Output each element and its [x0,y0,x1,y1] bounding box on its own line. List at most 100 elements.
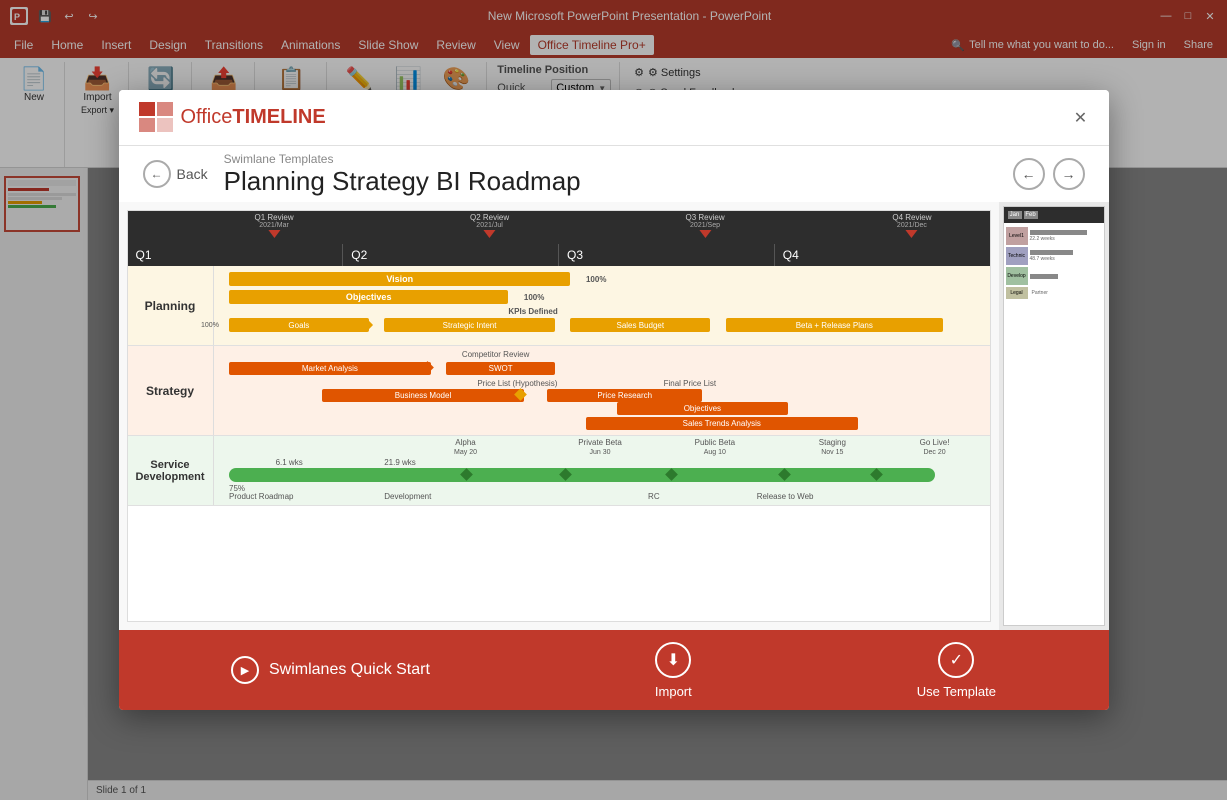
rp-label4: Legal [1006,287,1028,299]
rp-label3: Develop [1006,267,1028,285]
next-arrow-btn[interactable]: → [1053,158,1085,190]
planning-content: Vision 100% Objectives 100% KPIs Defined [214,266,990,345]
back-circle: ← [143,160,171,188]
import-btn-footer[interactable]: ⬇ Import [655,642,692,699]
prev-arrow-btn[interactable]: ← [1013,158,1045,190]
strategy-objectives-bar: Objectives [617,402,788,415]
quarter-header: Q1 Review 2021/Mar Q2 Review 2021/Jul Q3… [128,211,990,266]
rp-row4: Legal Partner [1006,287,1102,299]
dialog-main-title: Planning Strategy BI Roadmap [224,166,997,197]
rc-label: RC [648,492,660,501]
nav-arrows: ← → [1013,158,1085,190]
strategic-bar: Strategic Intent [384,318,555,332]
checkmark-icon: ✓ [938,642,974,678]
rp-t4: Partner [1032,290,1048,296]
q4-label: Q4 [775,244,990,266]
dialog-nav: ← Back Swimlane Templates Planning Strat… [119,146,1109,202]
dialog-body: Q1 Review 2021/Mar Q2 Review 2021/Jul Q3… [119,202,1109,630]
service-ms4 [778,468,791,481]
q2-label: Q2 [343,244,559,266]
right-preview-panel: Jan Feb Level1 22.2 weeks Technic [999,202,1109,630]
q3-label: Q3 [559,244,775,266]
m4-date: 2021/Dec [892,222,931,229]
kpis-label: KPIs Defined [508,307,557,316]
rp-rows: Level1 22.2 weeks Technic 48.7 weeks [1004,223,1104,303]
golive-label: Go Live!Dec 20 [920,438,950,456]
service-label: ServiceDevelopment [128,436,214,505]
m1-triangle [268,230,280,238]
service-ms3 [665,468,678,481]
market-analysis-bar: Market Analysis [229,362,431,375]
use-template-btn[interactable]: ✓ Use Template [917,642,996,699]
rp-feb: Feb [1024,211,1038,219]
dialog-close-btn[interactable]: ✕ [1069,106,1093,130]
m2-label: Q2 Review [470,213,509,222]
rp-bars1: 22.2 weeks [1030,230,1102,242]
swot-bar: SWOT [446,362,555,375]
rp-b3 [1030,274,1059,279]
goals-bar: Goals 100% [229,318,369,332]
timeline-canvas: Q1 Review 2021/Mar Q2 Review 2021/Jul Q3… [127,210,991,622]
sales-budget-bar: Sales Budget [570,318,710,332]
dialog: OfficeTIMELINE ✕ ← Back Swimlane Templat… [119,90,1109,710]
m1-date: 2021/Mar [254,222,293,229]
price-research-bar: Price Research [547,389,702,402]
quickstart-label: Swimlanes Quick Start [269,661,430,679]
m3-label: Q3 Review [685,213,724,222]
right-preview-inner: Jan Feb Level1 22.2 weeks Technic [1003,206,1105,626]
back-arrow-icon: ← [151,167,163,181]
quarter-labels: Q1 Q2 Q3 Q4 [128,244,990,266]
development-label: Development [384,492,431,501]
milestone-q2: Q2 Review 2021/Jul [470,213,509,238]
m3-date: 2021/Sep [685,222,724,229]
dialog-logo: OfficeTIMELINE [139,102,326,134]
back-label: Back [177,166,208,182]
logo-timeline: TIMELINE [232,106,325,128]
business-model-bar: Business Model [322,389,524,402]
rp-row2: Technic 48.7 weeks [1006,247,1102,265]
wks2-label: 21.9 wks [384,458,416,467]
rp-t1: 22.2 weeks [1030,236,1102,242]
public-beta-label: Public BetaAug 10 [695,438,735,456]
rp-label1: Level1 [1006,227,1028,245]
swimlane-container: Planning Vision 100% Objectives [128,266,990,621]
back-button[interactable]: ← Back [143,160,208,188]
rp-b2 [1030,250,1073,255]
service-ms1 [460,468,473,481]
rp-t2: 48.7 weeks [1030,256,1102,262]
sales-trends-bar: Sales Trends Analysis [586,417,858,430]
dialog-title-area: Swimlane Templates Planning Strategy BI … [224,152,997,197]
milestone-q4: Q4 Review 2021/Dec [892,213,931,238]
staging-label: StagingNov 15 [819,438,846,456]
swimlanes-quickstart-btn[interactable]: ▶ Swimlanes Quick Start [231,656,430,684]
objectives-bar: Objectives 100% [229,290,508,304]
swimlane-planning: Planning Vision 100% Objectives [128,266,990,346]
timeline-preview: Q1 Review 2021/Mar Q2 Review 2021/Jul Q3… [119,202,999,630]
competitor-label: Competitor Review [462,350,530,359]
m2-date: 2021/Jul [470,222,509,229]
m4-label: Q4 Review [892,213,931,222]
m3-triangle [699,230,711,238]
vision-bar: Vision 100% [229,272,570,286]
dialog-subtitle: Swimlane Templates [224,152,997,166]
service-ms5 [870,468,883,481]
dialog-overlay: OfficeTIMELINE ✕ ← Back Swimlane Templat… [0,0,1227,800]
rp-row3: Develop [1006,267,1102,285]
logo-icon [139,102,175,134]
final-price-label: Final Price List [664,379,716,388]
dialog-footer: ▶ Swimlanes Quick Start ⬇ Import ✓ Use T… [119,630,1109,710]
service-content: AlphaMay 20 Private BetaJun 30 Public Be… [214,436,990,505]
rp-bars2: 48.7 weeks [1030,250,1102,262]
rp-row1: Level1 22.2 weeks [1006,227,1102,245]
m2-triangle [484,230,496,238]
main-progress-bar [229,468,935,482]
milestone-q1: Q1 Review 2021/Mar [254,213,293,238]
service-ms2 [559,468,572,481]
dialog-header: OfficeTIMELINE ✕ [119,90,1109,146]
swimlane-service: ServiceDevelopment AlphaMay 20 Private B… [128,436,990,506]
private-beta-label: Private BetaJun 30 [578,438,622,456]
swimlane-strategy: Strategy Competitor Review Market Analys… [128,346,990,436]
m1-label: Q1 Review [254,213,293,222]
import-label-footer: Import [655,684,692,699]
logo-text: OfficeTIMELINE [181,106,326,129]
